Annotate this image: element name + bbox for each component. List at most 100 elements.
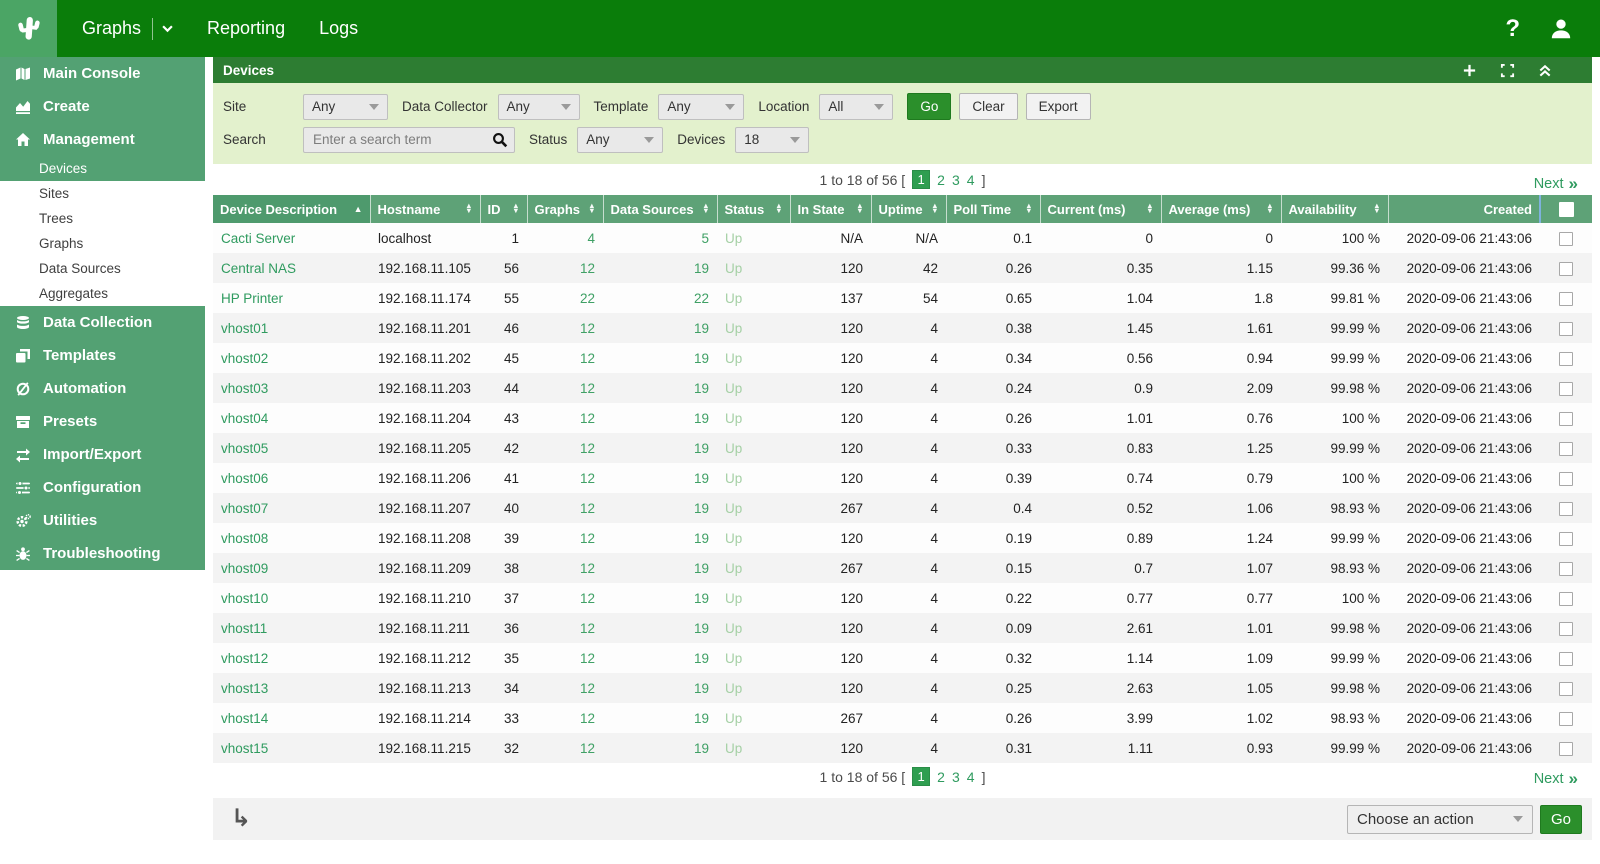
cell-poll-time: 0.33 — [946, 433, 1040, 463]
column-header-graphs[interactable]: Graphs▲▼ — [527, 195, 603, 223]
row-checkbox[interactable] — [1559, 622, 1573, 636]
data-collector-select[interactable]: Any — [498, 94, 580, 120]
sidebar-item-templates[interactable]: Templates — [0, 339, 205, 372]
column-header-in-state[interactable]: In State▲▼ — [790, 195, 871, 223]
menu-logs-label: Logs — [319, 18, 358, 39]
row-checkbox[interactable] — [1559, 442, 1573, 456]
cell-device-description[interactable]: vhost01 — [213, 313, 370, 343]
column-header-data-sources[interactable]: Data Sources▲▼ — [603, 195, 717, 223]
sidebar-item-data-sources[interactable]: Data Sources — [0, 256, 205, 281]
sidebar-item-create[interactable]: Create — [0, 90, 205, 123]
sidebar-item-trees[interactable]: Trees — [0, 206, 205, 231]
row-checkbox[interactable] — [1559, 472, 1573, 486]
sidebar-item-sites[interactable]: Sites — [0, 181, 205, 206]
help-icon[interactable]: ? — [1505, 15, 1520, 43]
sidebar-item-troubleshooting[interactable]: Troubleshooting — [0, 537, 205, 570]
sidebar-item-main-console[interactable]: Main Console — [0, 57, 205, 90]
next-page-link[interactable]: Next » — [1534, 770, 1578, 787]
row-checkbox[interactable] — [1559, 562, 1573, 576]
sidebar-item-devices[interactable]: Devices — [0, 156, 205, 181]
column-header-status[interactable]: Status▲▼ — [717, 195, 790, 223]
cell-device-description[interactable]: Central NAS — [213, 253, 370, 283]
row-checkbox[interactable] — [1559, 412, 1573, 426]
column-header-availability[interactable]: Availability▲▼ — [1281, 195, 1388, 223]
row-checkbox[interactable] — [1559, 292, 1573, 306]
template-select[interactable]: Any — [658, 94, 744, 120]
cell-device-description[interactable]: vhost03 — [213, 373, 370, 403]
row-checkbox[interactable] — [1559, 382, 1573, 396]
cell-device-description[interactable]: vhost02 — [213, 343, 370, 373]
page-link-4[interactable]: 4 — [967, 172, 975, 188]
menu-logs[interactable]: Logs — [302, 0, 375, 57]
site-select[interactable]: Any — [303, 94, 388, 120]
cell-device-description[interactable]: vhost13 — [213, 673, 370, 703]
plus-icon[interactable] — [1462, 63, 1477, 78]
menu-graphs[interactable]: Graphs — [65, 0, 190, 57]
page-link-2[interactable]: 2 — [937, 769, 945, 785]
location-select[interactable]: All — [819, 94, 893, 120]
sidebar-item-automation[interactable]: Automation — [0, 372, 205, 405]
sidebar-item-graphs[interactable]: Graphs — [0, 231, 205, 256]
row-checkbox[interactable] — [1559, 712, 1573, 726]
cell-device-description[interactable]: Cacti Server — [213, 223, 370, 253]
row-checkbox[interactable] — [1559, 322, 1573, 336]
cell-device-description[interactable]: vhost15 — [213, 733, 370, 763]
column-header-created[interactable]: Created — [1388, 195, 1540, 223]
cell-device-description[interactable]: vhost09 — [213, 553, 370, 583]
column-header-hostname[interactable]: Hostname▲▼ — [370, 195, 480, 223]
devices-count-select[interactable]: 18 — [735, 127, 809, 153]
header-checkbox[interactable] — [1559, 202, 1574, 217]
row-checkbox[interactable] — [1559, 682, 1573, 696]
sidebar-item-data-collection[interactable]: Data Collection — [0, 306, 205, 339]
page-link-4[interactable]: 4 — [967, 769, 975, 785]
user-icon[interactable] — [1548, 16, 1574, 42]
sidebar-item-import-export[interactable]: Import/Export — [0, 438, 205, 471]
row-checkbox[interactable] — [1559, 502, 1573, 516]
column-header-id[interactable]: ID▲▼ — [480, 195, 527, 223]
row-checkbox[interactable] — [1559, 262, 1573, 276]
sidebar-item-configuration[interactable]: Configuration — [0, 471, 205, 504]
cell-device-description[interactable]: vhost05 — [213, 433, 370, 463]
sidebar-item-utilities[interactable]: Utilities — [0, 504, 205, 537]
page-link-2[interactable]: 2 — [937, 172, 945, 188]
page-link-3[interactable]: 3 — [952, 172, 960, 188]
row-checkbox[interactable] — [1559, 742, 1573, 756]
row-checkbox[interactable] — [1559, 532, 1573, 546]
column-header-uptime[interactable]: Uptime▲▼ — [871, 195, 946, 223]
row-checkbox[interactable] — [1559, 592, 1573, 606]
column-header-current-ms[interactable]: Current (ms)▲▼ — [1040, 195, 1161, 223]
cell-device-description[interactable]: vhost14 — [213, 703, 370, 733]
fullscreen-icon[interactable] — [1500, 63, 1515, 78]
export-button[interactable]: Export — [1026, 93, 1091, 120]
search-input[interactable] — [303, 127, 515, 153]
search-icon[interactable] — [492, 132, 508, 153]
cell-device-description[interactable]: vhost10 — [213, 583, 370, 613]
choose-action-select[interactable]: Choose an action — [1347, 805, 1533, 834]
column-header-device-description[interactable]: Device Description▲ — [213, 195, 370, 223]
cell-device-description[interactable]: vhost07 — [213, 493, 370, 523]
cell-device-description[interactable]: vhost11 — [213, 613, 370, 643]
clear-button[interactable]: Clear — [959, 93, 1017, 120]
go-button[interactable]: Go — [907, 93, 951, 120]
cell-device-description[interactable]: vhost08 — [213, 523, 370, 553]
cell-device-description[interactable]: vhost12 — [213, 643, 370, 673]
column-header-average-ms[interactable]: Average (ms)▲▼ — [1161, 195, 1281, 223]
action-go-button[interactable]: Go — [1540, 805, 1582, 834]
status-select[interactable]: Any — [577, 127, 663, 153]
cell-device-description[interactable]: HP Printer — [213, 283, 370, 313]
column-header-poll-time[interactable]: Poll Time▲▼ — [946, 195, 1040, 223]
collapse-icon[interactable] — [1538, 63, 1552, 78]
row-checkbox[interactable] — [1559, 232, 1573, 246]
cell-device-description[interactable]: vhost04 — [213, 403, 370, 433]
row-checkbox[interactable] — [1559, 652, 1573, 666]
select-all-checkbox[interactable] — [1540, 195, 1592, 223]
page-link-3[interactable]: 3 — [952, 769, 960, 785]
menu-reporting[interactable]: Reporting — [190, 0, 302, 57]
cell-device-description[interactable]: vhost06 — [213, 463, 370, 493]
sidebar-item-management[interactable]: Management — [0, 123, 205, 156]
cactus-logo[interactable] — [0, 0, 57, 57]
row-checkbox[interactable] — [1559, 352, 1573, 366]
sidebar-item-aggregates[interactable]: Aggregates — [0, 281, 205, 306]
next-page-link[interactable]: Next » — [1534, 175, 1578, 192]
sidebar-item-presets[interactable]: Presets — [0, 405, 205, 438]
